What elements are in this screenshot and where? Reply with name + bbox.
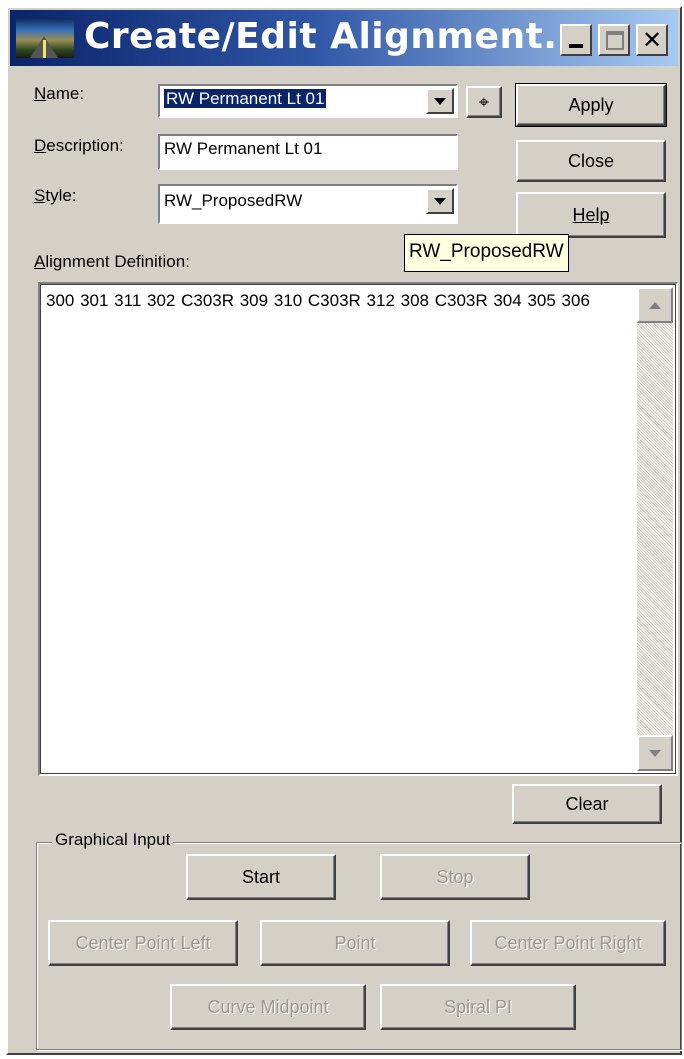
graphical-input-legend: Graphical Input	[52, 830, 174, 850]
maximize-button[interactable]	[598, 24, 630, 56]
center-point-left-button[interactable]: Center Point Left	[48, 920, 238, 966]
help-label: Help	[572, 204, 610, 225]
alignment-definition-label: Alignment Definition:	[34, 252, 190, 271]
name-value[interactable]: RW Permanent Lt 01	[164, 89, 327, 108]
description-value: RW Permanent Lt 01	[164, 139, 323, 158]
scroll-up-button[interactable]	[637, 287, 673, 323]
minimize-button[interactable]	[560, 24, 592, 56]
create-edit-alignment-dialog: Create/Edit Alignment... ✕ Name: RW Perm…	[6, 6, 682, 1055]
clear-button[interactable]: Clear	[512, 784, 662, 824]
vertical-scrollbar[interactable]	[637, 287, 673, 771]
spiral-pi-button[interactable]: Spiral PI	[380, 984, 576, 1030]
name-label: Name:	[34, 84, 85, 103]
style-tooltip: RW_ProposedRW	[404, 234, 569, 272]
description-input[interactable]: RW Permanent Lt 01	[158, 134, 458, 170]
stop-button[interactable]: Stop	[380, 854, 530, 900]
close-window-button[interactable]: ✕	[636, 24, 668, 56]
road-alignment-icon	[16, 18, 74, 58]
close-icon: ✕	[641, 26, 663, 54]
scroll-down-button[interactable]	[637, 735, 673, 771]
style-label: Style:	[34, 186, 77, 205]
curve-midpoint-button[interactable]: Curve Midpoint	[170, 984, 366, 1030]
point-button[interactable]: Point	[260, 920, 450, 966]
arrow-up-icon	[649, 302, 661, 309]
alignment-definition-textarea[interactable]: 300 301 311 302 C303R 309 310 C303R 312 …	[38, 282, 678, 776]
pick-target-button[interactable]: ⌖	[466, 86, 502, 118]
name-combobox[interactable]: RW Permanent Lt 01	[158, 84, 458, 118]
start-button[interactable]: Start	[186, 854, 336, 900]
style-dropdown-button[interactable]	[426, 188, 454, 214]
arrow-down-icon	[649, 750, 661, 757]
maximize-icon	[606, 31, 624, 50]
description-label: Description:	[34, 136, 124, 155]
name-dropdown-button[interactable]	[426, 88, 454, 114]
alignment-definition-text: 300 301 311 302 C303R 309 310 C303R 312 …	[46, 291, 590, 310]
apply-button[interactable]: Apply	[515, 83, 667, 127]
help-button[interactable]: Help	[516, 192, 666, 238]
style-combobox[interactable]: RW_ProposedRW	[158, 184, 458, 224]
target-crosshair-icon: ⌖	[478, 91, 490, 113]
style-value: RW_ProposedRW	[164, 191, 303, 210]
title-bar[interactable]: Create/Edit Alignment... ✕	[10, 10, 678, 66]
close-button[interactable]: Close	[516, 140, 666, 182]
window-title: Create/Edit Alignment...	[84, 16, 586, 57]
center-point-right-button[interactable]: Center Point Right	[470, 920, 666, 966]
minimize-icon	[569, 44, 583, 48]
chevron-down-icon	[434, 198, 446, 205]
chevron-down-icon	[434, 98, 446, 105]
